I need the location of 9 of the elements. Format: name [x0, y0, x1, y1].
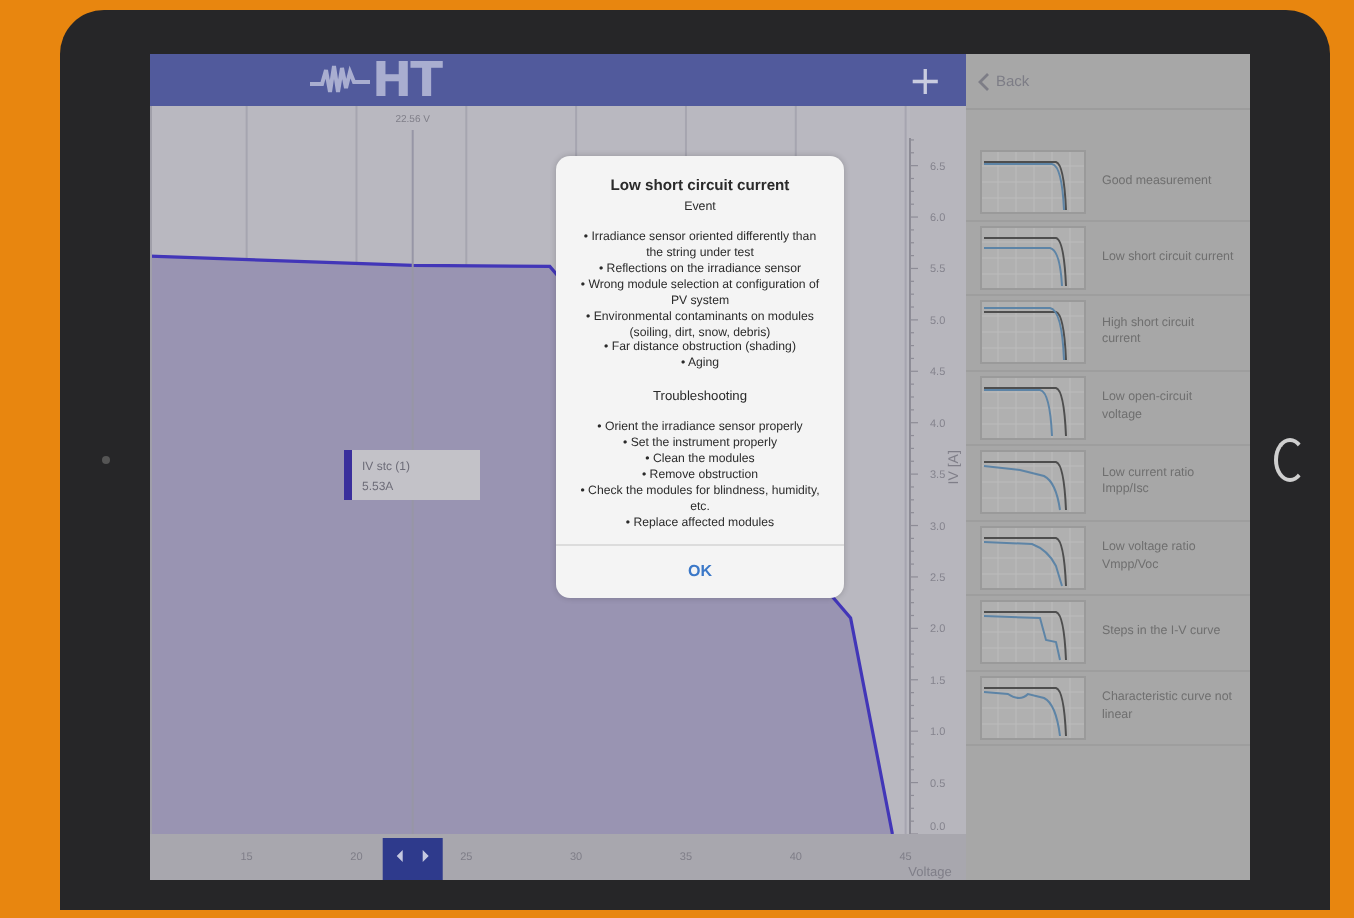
add-button[interactable]: + — [900, 60, 950, 100]
data-tooltip — [344, 450, 480, 500]
ok-button[interactable]: OK — [556, 543, 844, 598]
chevron-left-icon — [978, 71, 990, 91]
cursor-handle[interactable] — [382, 838, 443, 880]
wave-logo-icon — [310, 62, 370, 98]
brand-logo-text: HT — [372, 56, 441, 104]
camera-dot — [101, 456, 109, 464]
home-button[interactable] — [1274, 438, 1306, 482]
